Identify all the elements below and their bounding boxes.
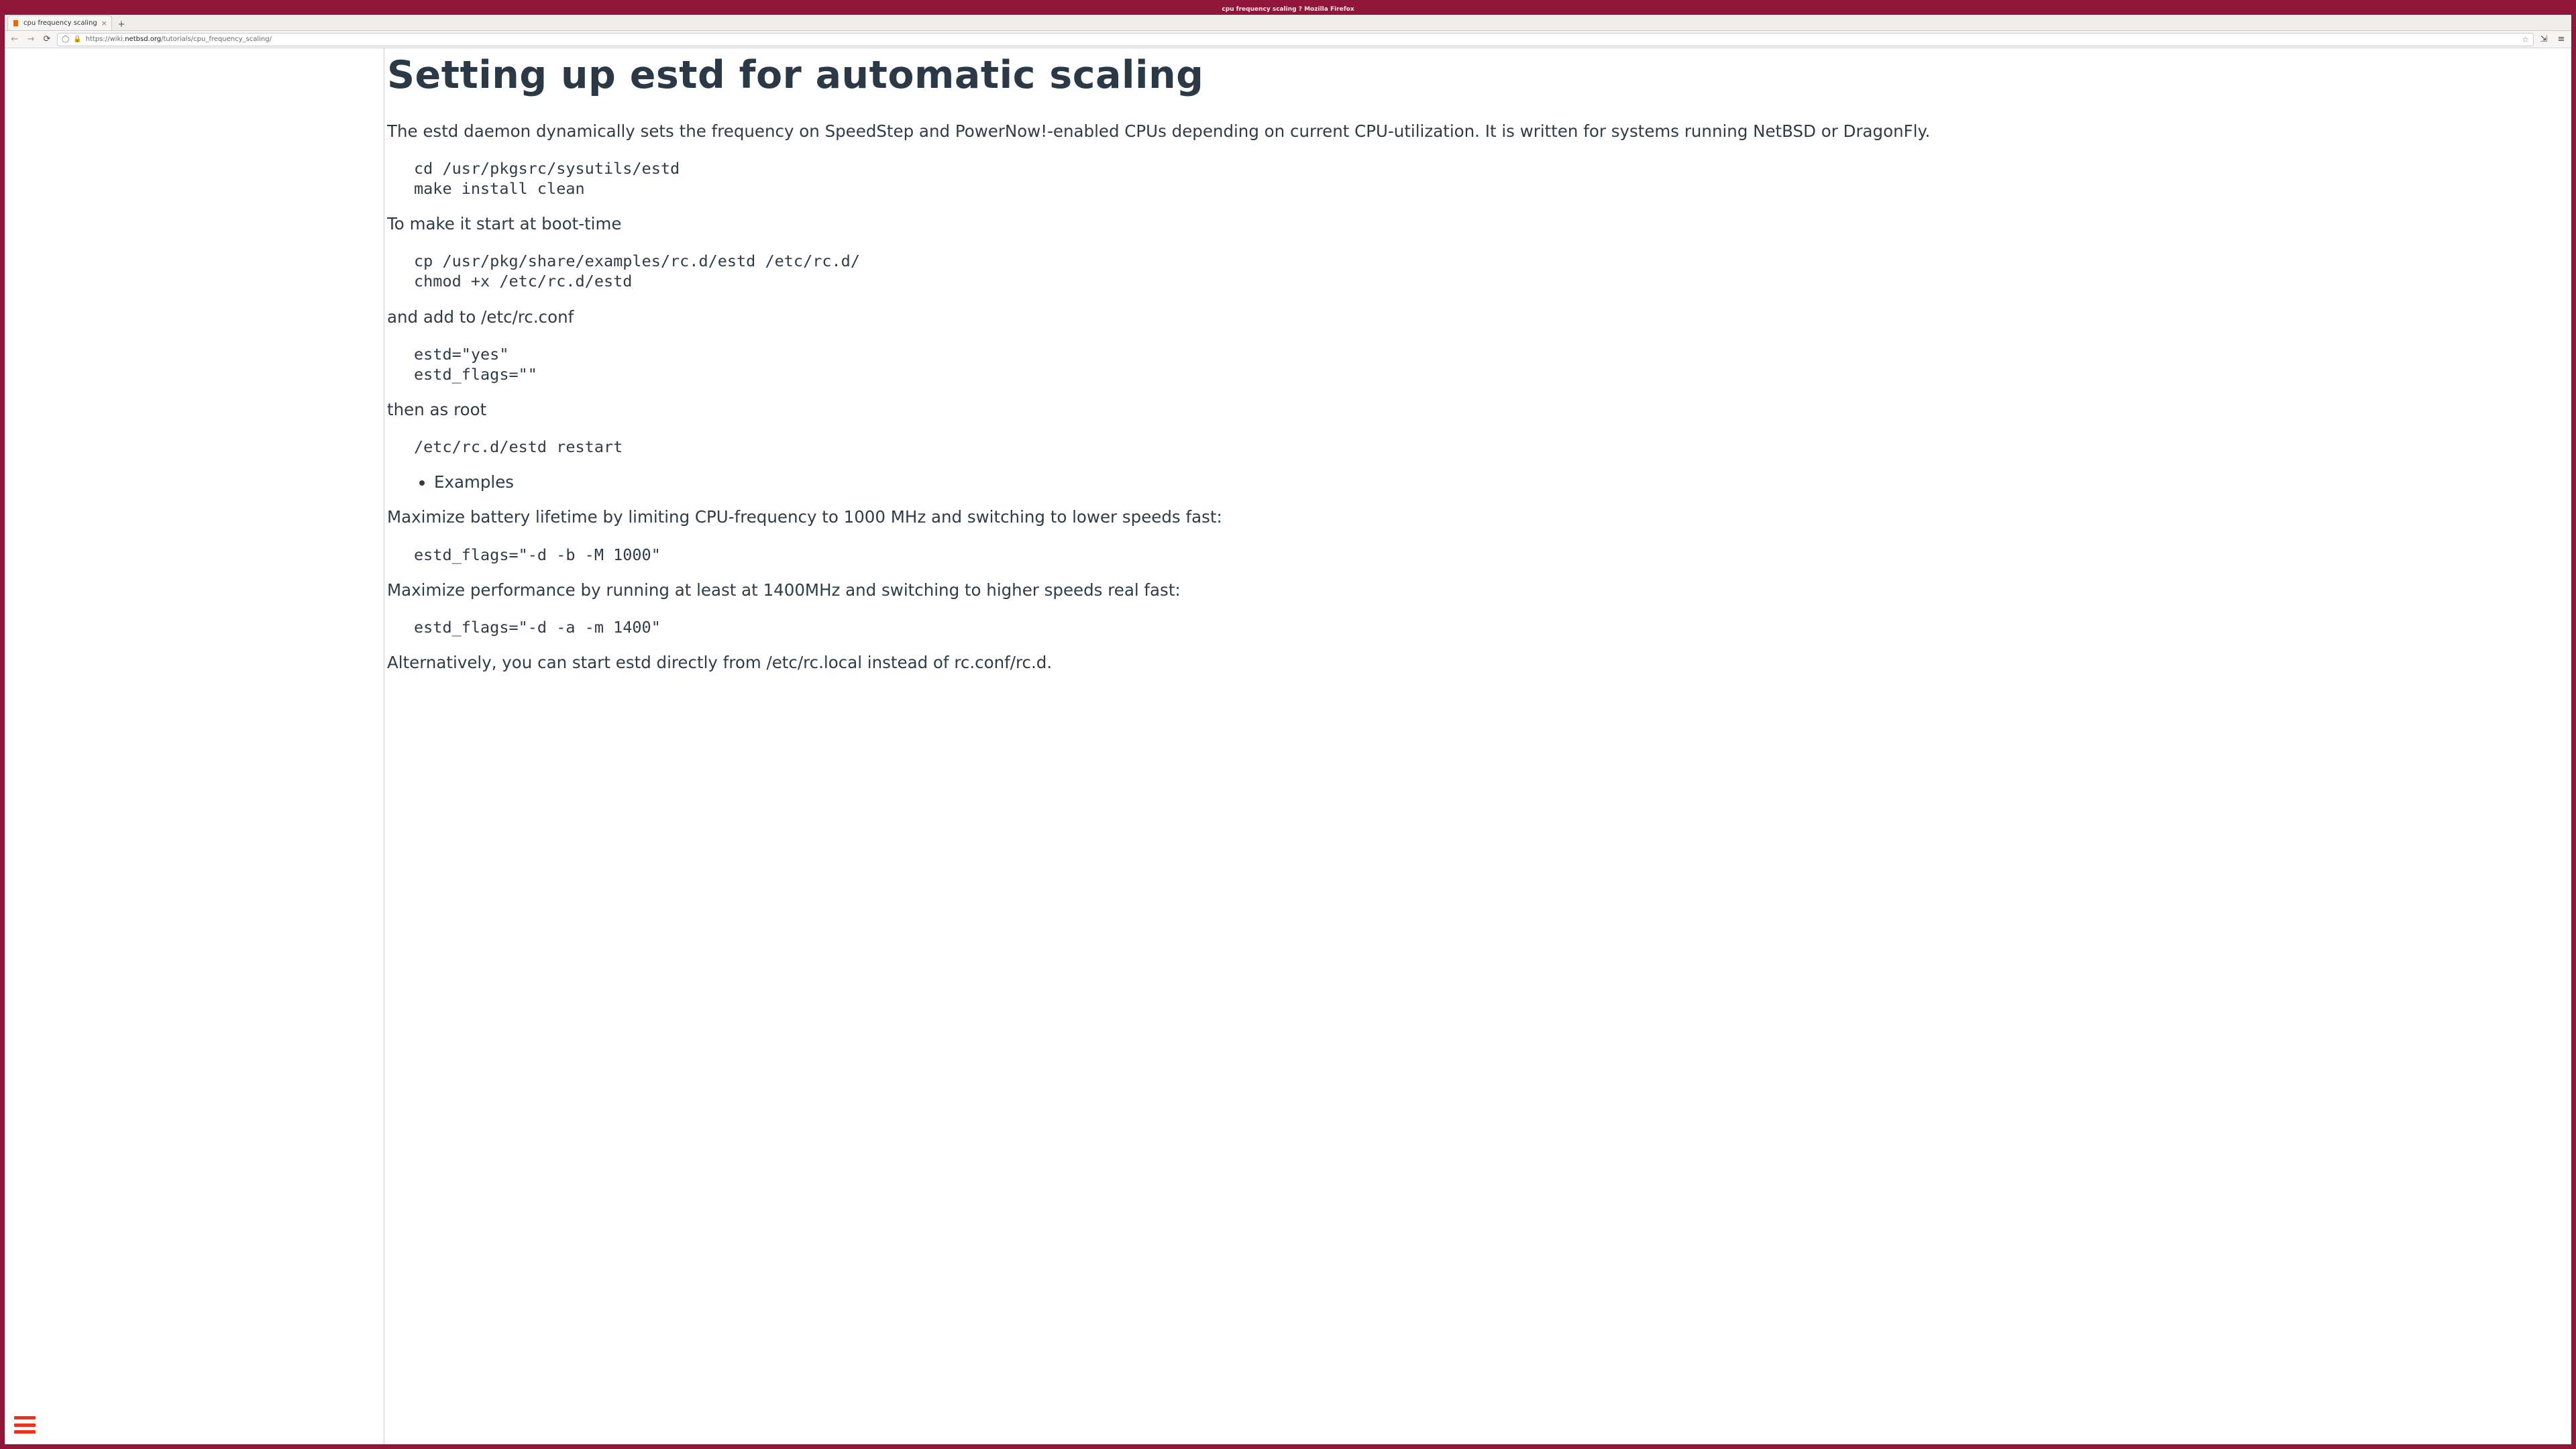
code-block: estd_flags="-d -a -m 1400"	[387, 617, 2551, 637]
lock-icon: 🔒	[73, 36, 81, 43]
nav-toolbar: ← → ⟳ ◯ 🔒 https://wiki.netbsd.org/tutori…	[5, 31, 2571, 48]
wiki-left-rail	[5, 48, 32, 1444]
browser-window: ▇ cpu frequency scaling × + ← → ⟳ ◯ 🔒 ht…	[4, 14, 2572, 1445]
url-prefix: https://wiki.	[86, 36, 125, 43]
code-block: estd="yes" estd_flags=""	[387, 344, 2551, 384]
url-bar[interactable]: ◯ 🔒 https://wiki.netbsd.org/tutorials/cp…	[57, 33, 2534, 46]
forward-button[interactable]: →	[25, 34, 37, 46]
bookmark-star-icon[interactable]: ☆	[2522, 35, 2529, 44]
code-block: /etc/rc.d/estd restart	[387, 437, 2551, 457]
code-block: cd /usr/pkgsrc/sysutils/estd make instal…	[387, 158, 2551, 199]
tab-strip: ▇ cpu frequency scaling × +	[5, 15, 2571, 31]
url-path: /tutorials/cpu_frequency_scaling/	[161, 36, 272, 43]
paragraph: To make it start at boot-time	[387, 213, 2551, 235]
paragraph: The estd daemon dynamically sets the fre…	[387, 121, 2551, 142]
reload-button[interactable]: ⟳	[41, 34, 53, 46]
code-block: estd_flags="-d -b -M 1000"	[387, 545, 2551, 565]
netbsd-flag-icon: ▇	[12, 19, 19, 27]
app-menu-icon[interactable]: ≡	[2555, 34, 2567, 46]
list-item: Examples	[434, 472, 2551, 493]
url-text: https://wiki.netbsd.org/tutorials/cpu_fr…	[86, 36, 2518, 43]
paragraph: and add to /etc/rc.conf	[387, 307, 2551, 328]
new-tab-button[interactable]: +	[115, 18, 128, 30]
back-button[interactable]: ←	[9, 34, 21, 46]
tab-active[interactable]: ▇ cpu frequency scaling ×	[7, 15, 112, 30]
page-heading: Setting up estd for automatic scaling	[387, 54, 2551, 98]
content-area: Setting up estd for automatic scaling Th…	[5, 48, 2571, 1444]
window-title: cpu frequency scaling ? Mozilla Firefox	[1222, 6, 1354, 13]
page-scroll[interactable]: Setting up estd for automatic scaling Th…	[32, 48, 2571, 1444]
paragraph: then as root	[387, 399, 2551, 421]
code-block: cp /usr/pkg/share/examples/rc.d/estd /et…	[387, 251, 2551, 291]
toolbar-right: ⇲ ≡	[2538, 34, 2567, 46]
tab-label: cpu frequency scaling	[23, 19, 97, 27]
shield-icon: ◯	[62, 36, 69, 43]
article: Setting up estd for automatic scaling Th…	[387, 48, 2551, 690]
url-domain: netbsd.org	[125, 36, 161, 43]
close-icon[interactable]: ×	[101, 19, 107, 28]
paragraph: Maximize performance by running at least…	[387, 580, 2551, 601]
paragraph: Maximize battery lifetime by limiting CP…	[387, 506, 2551, 528]
window-title-bar[interactable]: cpu frequency scaling ? Mozilla Firefox	[0, 4, 2576, 14]
downloads-icon[interactable]: ⇲	[2538, 34, 2550, 46]
bullet-list: Examples	[434, 472, 2551, 493]
paragraph: Alternatively, you can start estd direct…	[387, 652, 2551, 674]
